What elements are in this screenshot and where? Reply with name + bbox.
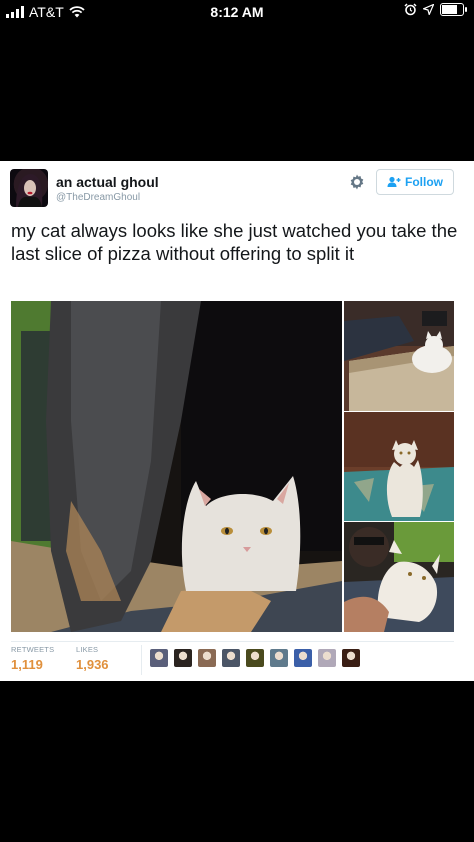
stats-separator	[141, 645, 142, 675]
tweet-card[interactable]: an actual ghoul @TheDreamGhoul Follow my…	[0, 161, 474, 681]
likes-stat[interactable]: LIKES 1,936	[76, 645, 109, 672]
liker-avatar[interactable]	[222, 649, 240, 667]
alarm-icon	[404, 3, 417, 16]
photo-cat-on-box[interactable]	[344, 301, 454, 411]
retweets-stat[interactable]: RETWEETS 1,119	[11, 645, 54, 672]
avatar[interactable]	[10, 169, 48, 207]
status-right	[404, 3, 467, 16]
location-icon	[423, 4, 434, 15]
liker-avatar[interactable]	[150, 649, 168, 667]
stats-divider	[11, 641, 454, 642]
photo-main-cat[interactable]	[11, 301, 342, 632]
liker-avatars	[150, 649, 360, 667]
author-name[interactable]: an actual ghoul	[56, 174, 159, 190]
liker-avatar[interactable]	[342, 649, 360, 667]
retweets-count: 1,119	[11, 657, 43, 672]
likes-label: LIKES	[76, 645, 99, 654]
tweet-text: my cat always looks like she just watche…	[11, 220, 458, 264]
liker-avatar[interactable]	[174, 649, 192, 667]
status-bar: AT&T 8:12 AM	[0, 0, 474, 24]
add-user-icon	[387, 176, 401, 187]
follow-button[interactable]: Follow	[376, 169, 454, 195]
liker-avatar[interactable]	[246, 649, 264, 667]
battery-icon	[440, 3, 467, 16]
gear-icon[interactable]	[348, 173, 366, 191]
liker-avatar[interactable]	[270, 649, 288, 667]
author-handle[interactable]: @TheDreamGhoul	[56, 192, 140, 203]
liker-avatar[interactable]	[318, 649, 336, 667]
photo-cat-held[interactable]	[344, 522, 454, 632]
photo-cat-on-rug[interactable]	[344, 412, 454, 521]
follow-label: Follow	[405, 175, 443, 189]
retweets-label: RETWEETS	[11, 645, 55, 654]
status-time: 8:12 AM	[210, 4, 264, 20]
liker-avatar[interactable]	[198, 649, 216, 667]
liker-avatar[interactable]	[294, 649, 312, 667]
likes-count: 1,936	[76, 657, 109, 672]
